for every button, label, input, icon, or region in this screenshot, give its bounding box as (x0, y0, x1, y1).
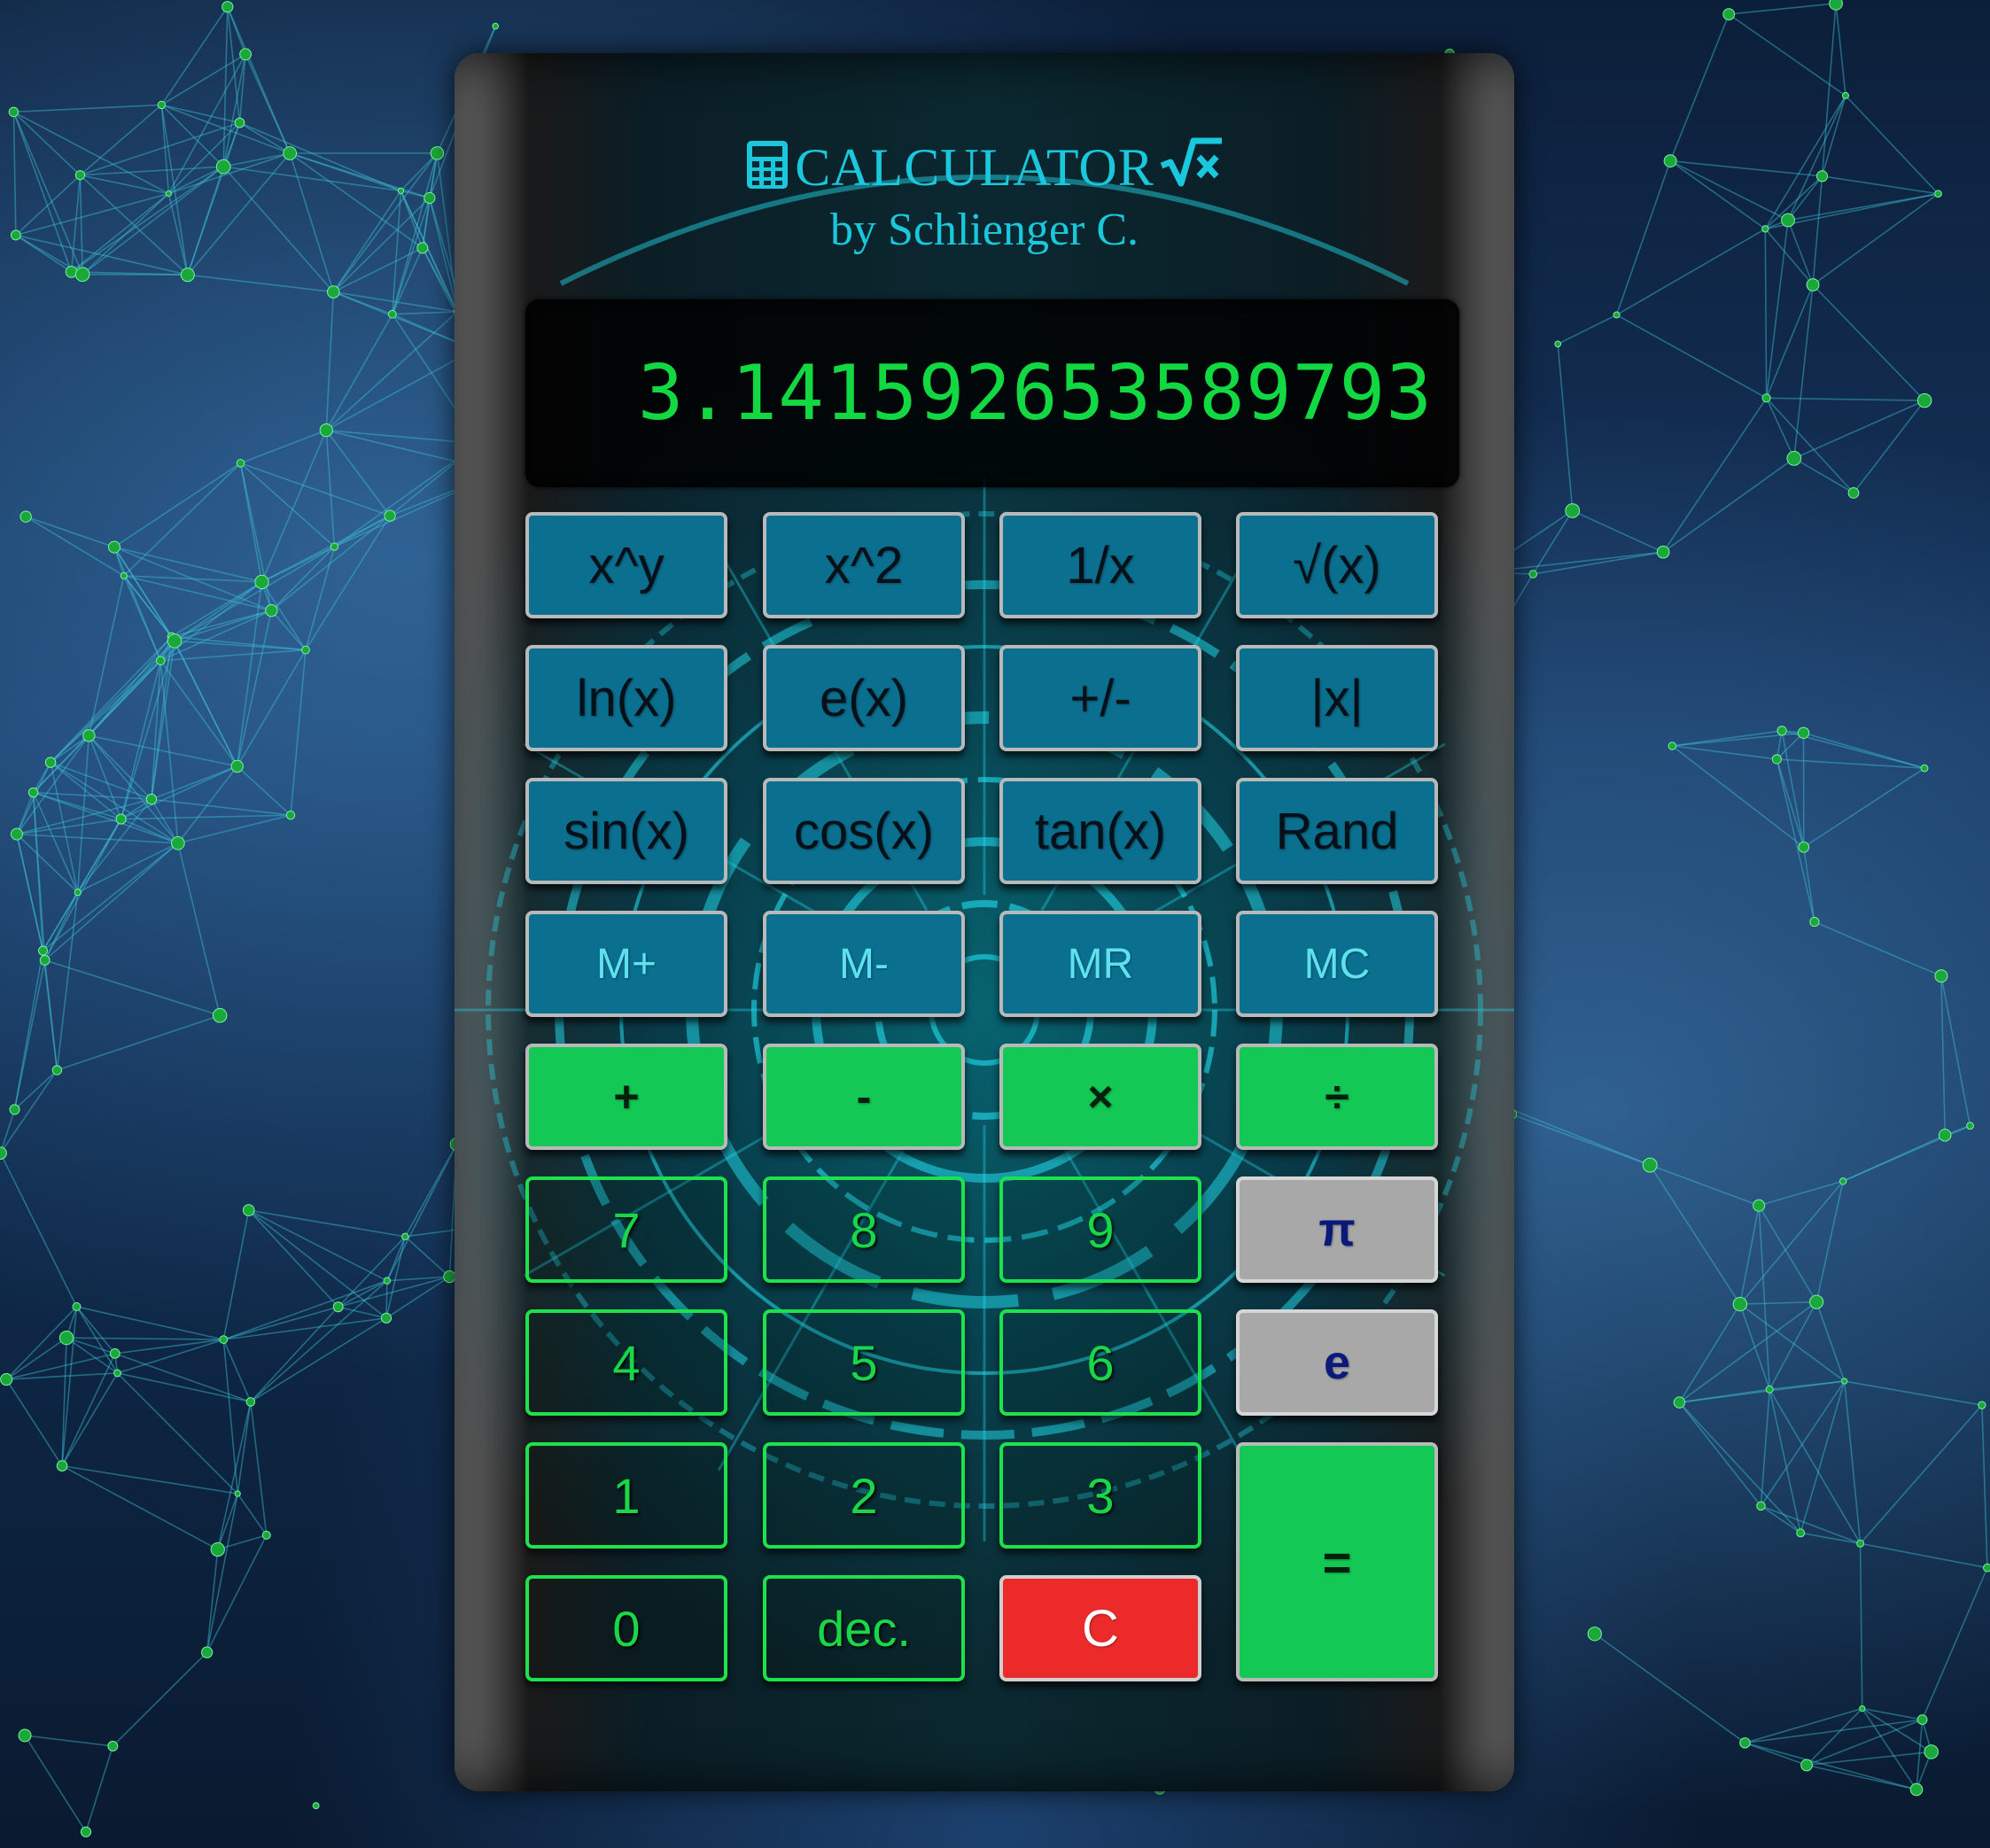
app-title-text: CALCULATOR (795, 138, 1154, 197)
digit-8-button[interactable]: 8 (763, 1176, 965, 1283)
memory-clear-button[interactable]: MC (1236, 911, 1438, 1017)
decimal-button[interactable]: dec. (763, 1575, 965, 1681)
square-button[interactable]: x^2 (763, 512, 965, 618)
divide-button[interactable]: ÷ (1236, 1044, 1438, 1150)
calculator-body: CALCULATOR by Schlienger C. 3.1415926535… (455, 53, 1514, 1791)
digit-5-button[interactable]: 5 (763, 1309, 965, 1416)
negate-button[interactable]: +/- (999, 645, 1201, 751)
keypad: x^y x^2 1/x √(x) ln(x) e(x) +/- |x| sin(… (525, 512, 1459, 1681)
digit-4-button[interactable]: 4 (525, 1309, 727, 1416)
ln-button[interactable]: ln(x) (525, 645, 727, 751)
digit-2-button[interactable]: 2 (763, 1442, 965, 1549)
random-button[interactable]: Rand (1236, 778, 1438, 884)
square-root-icon (1160, 137, 1224, 202)
multiply-button[interactable]: × (999, 1044, 1201, 1150)
square-root-button[interactable]: √(x) (1236, 512, 1438, 618)
pi-button[interactable]: π (1236, 1176, 1438, 1283)
app-subtitle: by Schlienger C. (829, 205, 1139, 255)
memory-recall-button[interactable]: MR (999, 911, 1201, 1017)
euler-button[interactable]: e (1236, 1309, 1438, 1416)
power-button[interactable]: x^y (525, 512, 727, 618)
sin-button[interactable]: sin(x) (525, 778, 727, 884)
memory-add-button[interactable]: M+ (525, 911, 727, 1017)
exp-button[interactable]: e(x) (763, 645, 965, 751)
digit-3-button[interactable]: 3 (999, 1442, 1201, 1549)
tan-button[interactable]: tan(x) (999, 778, 1201, 884)
abs-button[interactable]: |x| (1236, 645, 1438, 751)
clear-button[interactable]: C (999, 1575, 1201, 1681)
calculator-display: 3.141592653589793 (525, 299, 1459, 487)
cos-button[interactable]: cos(x) (763, 778, 965, 884)
add-button[interactable]: + (525, 1044, 727, 1150)
digit-9-button[interactable]: 9 (999, 1176, 1201, 1283)
subtract-button[interactable]: - (763, 1044, 965, 1150)
calculator-icon (745, 139, 789, 204)
reciprocal-button[interactable]: 1/x (999, 512, 1201, 618)
memory-subtract-button[interactable]: M- (763, 911, 965, 1017)
app-title: CALCULATOR (455, 137, 1514, 204)
digit-7-button[interactable]: 7 (525, 1176, 727, 1283)
equals-button[interactable]: = (1236, 1442, 1438, 1681)
display-value: 3.141592653589793 (637, 349, 1433, 438)
digit-1-button[interactable]: 1 (525, 1442, 727, 1549)
digit-6-button[interactable]: 6 (999, 1309, 1201, 1416)
digit-0-button[interactable]: 0 (525, 1575, 727, 1681)
